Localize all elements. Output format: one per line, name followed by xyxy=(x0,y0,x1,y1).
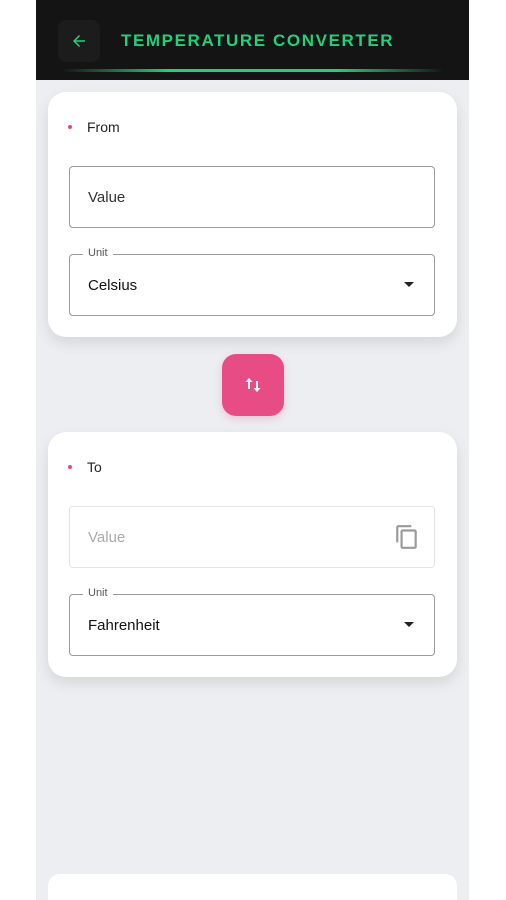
bullet-dot-icon xyxy=(68,465,72,469)
to-unit-value: Fahrenheit xyxy=(88,617,160,634)
from-value-placeholder: Value xyxy=(88,189,126,206)
to-card: To Value Unit Fahrenheit xyxy=(48,432,457,677)
swap-button[interactable] xyxy=(222,354,284,416)
arrow-left-icon xyxy=(73,35,85,47)
page-title: TEMPERATURE CONVERTER xyxy=(121,31,395,50)
from-label-text: From xyxy=(87,119,120,135)
from-unit-label: Unit xyxy=(83,247,113,259)
title-underline xyxy=(62,69,444,72)
copy-icon[interactable] xyxy=(394,523,420,551)
from-unit-value: Celsius xyxy=(88,277,138,294)
to-label: To xyxy=(68,459,102,475)
to-value-output[interactable]: Value xyxy=(69,506,435,568)
swap-vertical-icon xyxy=(245,378,261,392)
chevron-down-icon xyxy=(404,282,414,287)
to-unit-select[interactable]: Unit Fahrenheit xyxy=(69,587,435,656)
to-value-placeholder: Value xyxy=(88,529,126,546)
chevron-down-icon xyxy=(404,622,414,627)
to-unit-label: Unit xyxy=(83,587,113,599)
back-button[interactable] xyxy=(58,20,100,62)
to-label-text: To xyxy=(87,459,102,475)
bullet-dot-icon xyxy=(68,125,72,129)
bottom-panel xyxy=(48,874,457,900)
app-screen: TEMPERATURE CONVERTER From Value Unit Ce… xyxy=(36,0,469,900)
app-bar: TEMPERATURE CONVERTER xyxy=(36,0,469,80)
from-unit-select[interactable]: Unit Celsius xyxy=(69,247,435,316)
from-value-input[interactable]: Value xyxy=(69,166,435,228)
from-label: From xyxy=(68,119,120,135)
from-card: From Value Unit Celsius xyxy=(48,92,457,337)
